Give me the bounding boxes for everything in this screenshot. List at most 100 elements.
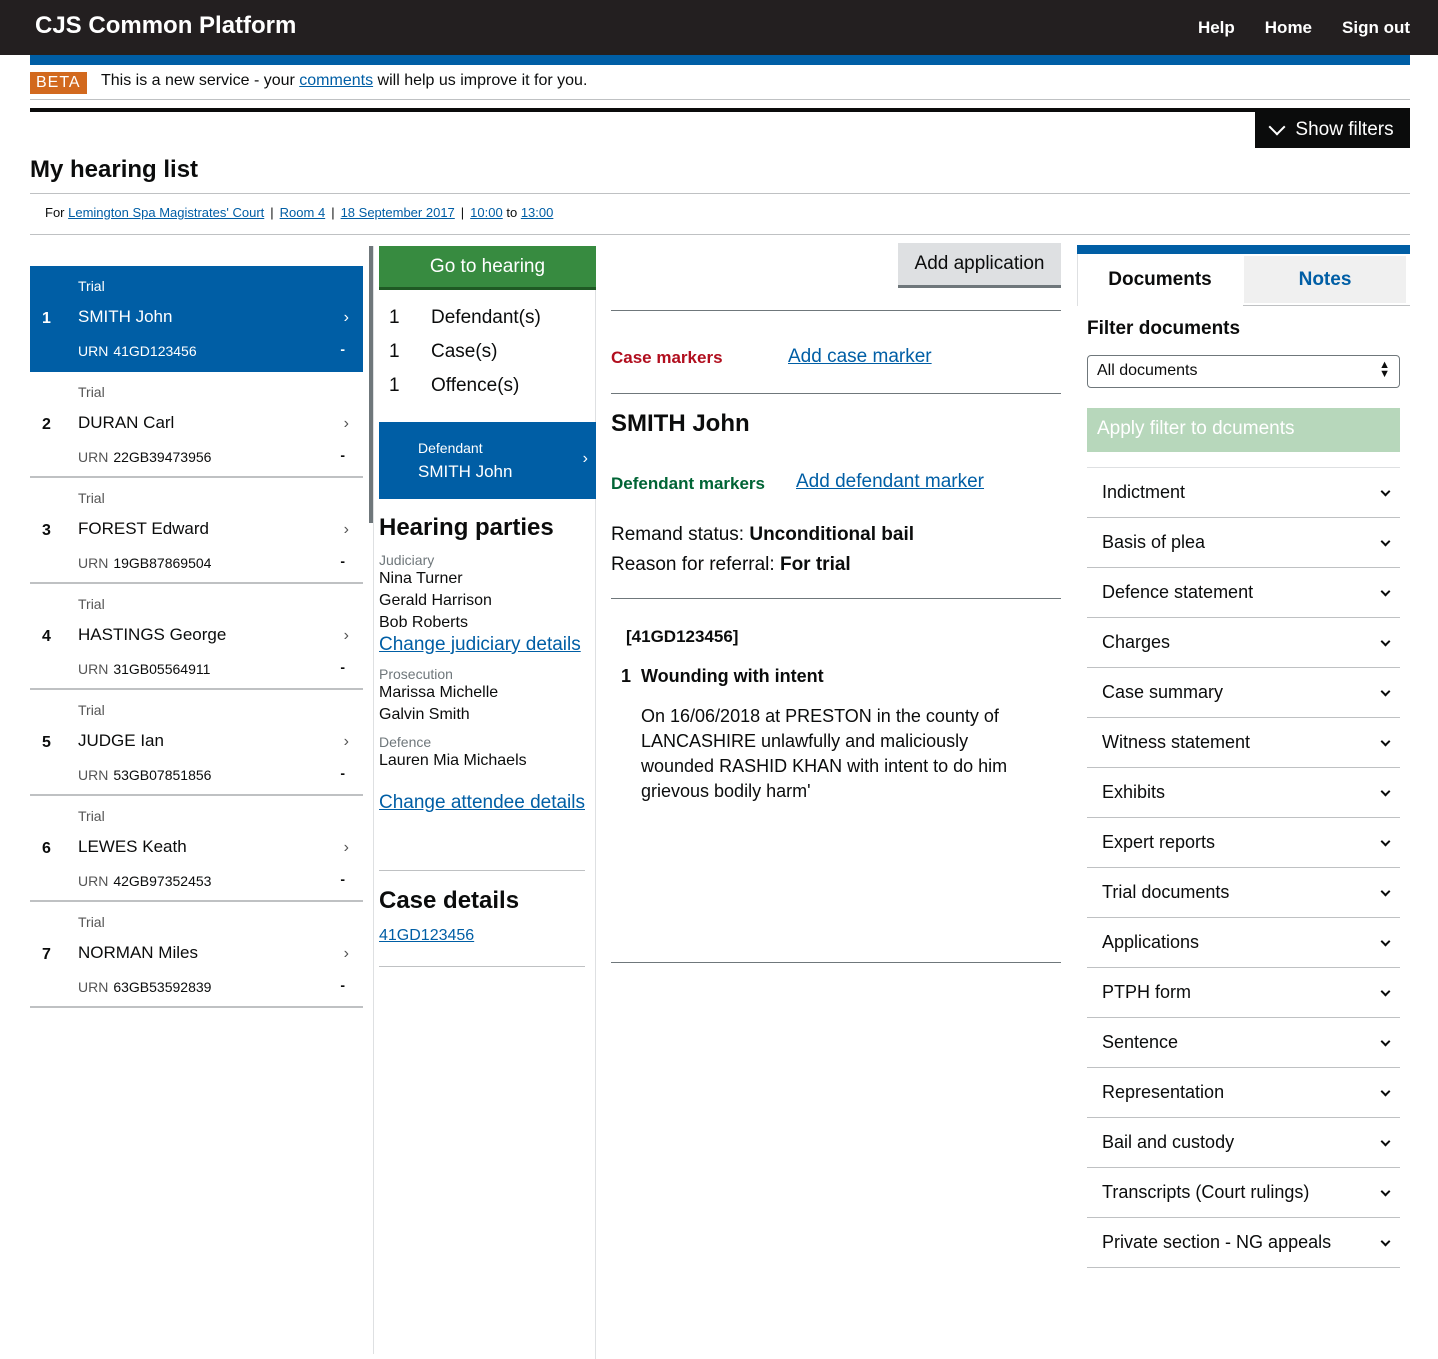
case-reference: [41GD123456]: [626, 627, 739, 646]
chevron-down-icon: [1380, 836, 1391, 847]
divider: [611, 310, 1061, 311]
chevron-down-icon: [1380, 536, 1391, 547]
room-link[interactable]: Room 4: [280, 205, 326, 220]
home-link[interactable]: Home: [1265, 18, 1312, 38]
column-divider: [595, 246, 596, 1359]
document-list: Indictment Basis of plea Defence stateme…: [1087, 467, 1400, 1268]
court-link[interactable]: Lemington Spa Magistrates' Court: [68, 205, 264, 220]
sign-out-link[interactable]: Sign out: [1342, 18, 1410, 38]
hearing-item[interactable]: Trial 3 FOREST Edward › URN 19GB87869504 …: [30, 478, 363, 584]
divider: [379, 966, 585, 967]
divider: [611, 393, 1061, 394]
divider: [30, 234, 1410, 235]
comments-link[interactable]: comments: [299, 72, 373, 89]
panel-accent-bar: [1077, 245, 1410, 254]
document-section[interactable]: Basis of plea: [1087, 518, 1400, 568]
defendant-name: SMITH John: [78, 307, 173, 326]
document-section[interactable]: Transcripts (Court rulings): [1087, 1168, 1400, 1218]
chevron-right-icon: ›: [343, 415, 349, 432]
offence-number: 1: [621, 666, 632, 686]
judiciary-member: Gerald Harrison: [379, 592, 492, 609]
hearing-list: Trial 1 SMITH John › URN 41GD123456 - Tri…: [30, 266, 363, 1008]
show-filters-button[interactable]: Show filters: [1255, 111, 1410, 148]
change-attendee-link[interactable]: Change attendee details: [379, 792, 594, 814]
top-nav: Help Home Sign out: [1198, 18, 1410, 38]
tab-documents[interactable]: Documents: [1077, 254, 1242, 306]
go-to-hearing-button[interactable]: Go to hearing: [379, 246, 596, 290]
chevron-down-icon: [1380, 586, 1391, 597]
hearing-item[interactable]: Trial 4 HASTINGS George › URN 31GB0556491…: [30, 584, 363, 690]
document-section[interactable]: Indictment: [1087, 468, 1400, 518]
hearing-item[interactable]: Trial 1 SMITH John › URN 41GD123456 -: [30, 266, 363, 372]
add-case-marker-link[interactable]: Add case marker: [788, 346, 932, 368]
chevron-down-icon: [1380, 736, 1391, 747]
hearing-item[interactable]: Trial 2 DURAN Carl › URN 22GB39473956 -: [30, 372, 363, 478]
document-section[interactable]: Witness statement: [1087, 718, 1400, 768]
case-markers-label: Case markers: [611, 348, 723, 367]
chevron-right-icon: ›: [343, 627, 349, 644]
defendant-name: NORMAN Miles: [78, 943, 198, 962]
filter-documents-heading: Filter documents: [1087, 318, 1241, 339]
document-section[interactable]: Bail and custody: [1087, 1118, 1400, 1168]
offence-title: Wounding with intent: [641, 666, 824, 686]
case-details-heading: Case details: [379, 887, 520, 914]
chevron-down-icon: [1380, 1136, 1391, 1147]
defendant-heading: SMITH John: [611, 410, 750, 437]
defendant-markers-label: Defendant markers: [611, 474, 766, 493]
end-time-link[interactable]: 13:00: [521, 205, 554, 220]
defendant-name: JUDGE Ian: [78, 731, 164, 750]
document-section[interactable]: Case summary: [1087, 668, 1400, 718]
offence-description: On 16/06/2018 at PRESTON in the county o…: [641, 706, 1008, 801]
defendant-name: FOREST Edward: [78, 519, 210, 538]
document-section[interactable]: Applications: [1087, 918, 1400, 968]
judiciary-member: Bob Roberts: [379, 614, 468, 631]
chevron-down-icon: [1380, 686, 1391, 697]
chevron-right-icon: ›: [582, 450, 588, 467]
add-application-button[interactable]: Add application: [898, 243, 1061, 288]
document-section[interactable]: Sentence: [1087, 1018, 1400, 1068]
change-judiciary-link[interactable]: Change judiciary details: [379, 634, 594, 656]
hearing-counts: 1 Defendant(s) 1 Case(s) 1 Offence(s): [389, 307, 541, 396]
chevron-right-icon: ›: [343, 521, 349, 538]
case-reference-link[interactable]: 41GD123456: [379, 927, 474, 945]
defence-member: Lauren Mia Michaels: [379, 752, 527, 769]
beta-message: This is a new service - your comments wi…: [101, 72, 588, 89]
start-time-link[interactable]: 10:00: [470, 205, 503, 220]
chevron-down-icon: [1380, 886, 1391, 897]
divider: [30, 193, 1410, 194]
chevron-right-icon: ›: [343, 839, 349, 856]
chevron-down-icon: [1380, 1086, 1391, 1097]
add-defendant-marker-link[interactable]: Add defendant marker: [796, 471, 984, 493]
document-section[interactable]: Expert reports: [1087, 818, 1400, 868]
defendant-name: HASTINGS George: [78, 625, 227, 644]
hearing-item[interactable]: Trial 7 NORMAN Miles › URN 63GB53592839 -: [30, 902, 363, 1008]
chevron-down-icon: [1380, 1236, 1391, 1247]
document-section[interactable]: Private section - NG appeals: [1087, 1218, 1400, 1268]
apply-filter-button[interactable]: Apply filter to dcuments: [1087, 408, 1400, 452]
defendant-card[interactable]: Defendant SMITH John ›: [379, 422, 596, 499]
header-accent-bar: [30, 55, 1410, 65]
page-title: My hearing list: [30, 156, 199, 183]
chevron-right-icon: ›: [343, 733, 349, 750]
date-link[interactable]: 18 September 2017: [341, 205, 455, 220]
hearing-item[interactable]: Trial 6 LEWES Keath › URN 42GB97352453 -: [30, 796, 363, 902]
help-link[interactable]: Help: [1198, 18, 1235, 38]
document-section[interactable]: Exhibits: [1087, 768, 1400, 818]
chevron-down-icon: [1380, 1036, 1391, 1047]
show-filters-label: Show filters: [1295, 118, 1394, 140]
remand-status: Remand status: Unconditional bail: [611, 524, 915, 545]
divider: [1243, 305, 1410, 306]
divider: [611, 598, 1061, 599]
chevron-down-icon: [1380, 1186, 1391, 1197]
document-section[interactable]: PTPH form: [1087, 968, 1400, 1018]
document-filter-select[interactable]: All documents ▲ ▼: [1087, 355, 1400, 388]
document-section[interactable]: Charges: [1087, 618, 1400, 668]
tab-notes[interactable]: Notes: [1244, 256, 1406, 303]
document-section[interactable]: Defence statement: [1087, 568, 1400, 618]
document-section[interactable]: Representation: [1087, 1068, 1400, 1118]
chevron-down-icon: [1380, 786, 1391, 797]
document-section[interactable]: Trial documents: [1087, 868, 1400, 918]
service-name[interactable]: CJS Common Platform: [35, 12, 296, 40]
prosecution-member: Marissa Michelle: [379, 684, 499, 701]
hearing-item[interactable]: Trial 5 JUDGE Ian › URN 53GB07851856 -: [30, 690, 363, 796]
